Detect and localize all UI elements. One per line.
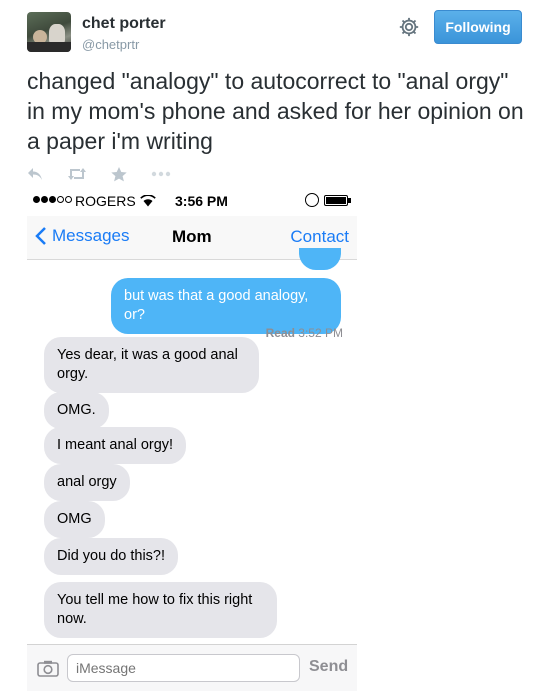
user-handle[interactable]: @chetprtr — [82, 37, 139, 52]
avatar-person-b — [49, 24, 65, 44]
read-receipt: Read 3:52 PM — [265, 326, 343, 340]
avatar[interactable] — [27, 12, 71, 52]
message-bubble[interactable]: OMG. — [44, 392, 109, 429]
gear-icon[interactable] — [398, 16, 420, 38]
contact-button[interactable]: Contact — [290, 227, 349, 247]
following-button[interactable]: Following — [434, 10, 522, 44]
reply-icon[interactable] — [27, 167, 43, 181]
battery-icon — [324, 195, 351, 206]
message-bubble[interactable]: I meant anal orgy! — [44, 427, 187, 464]
status-bar: ROGERS 3:56 PM — [27, 186, 357, 216]
message-input[interactable] — [67, 654, 300, 682]
tweet-actions — [27, 164, 195, 184]
message-bubble[interactable]: Yes dear, it was a good anal orgy. — [44, 337, 259, 393]
carrier-label: ROGERS — [75, 193, 136, 209]
rotation-lock-icon — [305, 193, 319, 207]
favorite-icon[interactable] — [111, 166, 127, 182]
tweet-text: changed "analogy" to autocorrect to "ana… — [27, 68, 524, 154]
back-label: Messages — [52, 226, 130, 245]
back-button[interactable]: Messages — [35, 226, 129, 246]
chevron-left-icon — [35, 227, 46, 245]
message-bubble[interactable]: OMG — [44, 501, 105, 538]
wifi-icon — [140, 195, 156, 207]
message-bubble[interactable]: You tell me how to fix this right now. — [44, 582, 277, 638]
avatar-background — [27, 42, 71, 52]
display-name[interactable]: chet porter — [82, 15, 166, 33]
conversation-title: Mom — [172, 227, 212, 246]
composer-bar: Send — [27, 644, 357, 691]
more-icon[interactable] — [151, 171, 171, 177]
messages-screenshot: ROGERS 3:56 PM Messages Mom Contact but … — [27, 186, 357, 691]
camera-icon[interactable] — [37, 660, 59, 677]
status-time: 3:56 PM — [175, 193, 228, 209]
previous-message-bubble — [299, 248, 341, 270]
message-bubble[interactable]: Did you do this?! — [44, 538, 179, 575]
message-bubble[interactable]: anal orgy — [44, 464, 130, 501]
retweet-icon[interactable] — [67, 167, 87, 181]
send-button[interactable]: Send — [309, 658, 348, 676]
signal-icon — [33, 196, 73, 203]
